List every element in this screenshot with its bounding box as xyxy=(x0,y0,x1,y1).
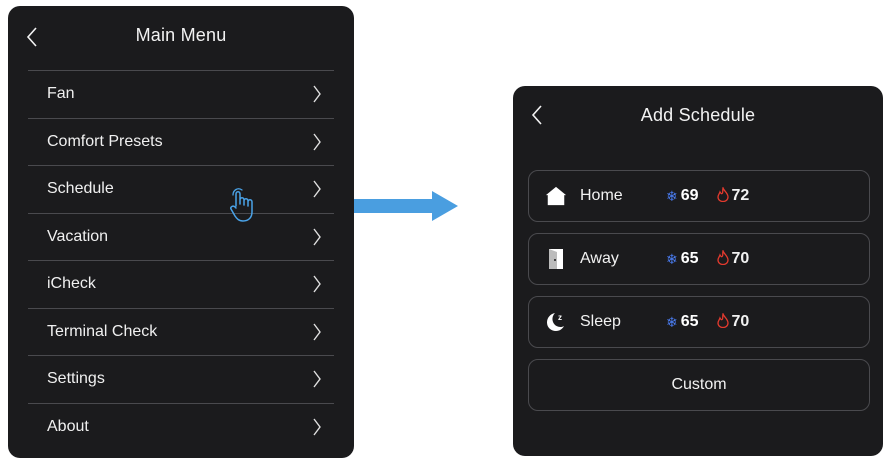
tap-hand-icon xyxy=(230,188,253,222)
heat-setpoint: 70 xyxy=(716,248,749,268)
preset-label: Sleep xyxy=(580,313,621,330)
menu-item-comfort-presets[interactable]: Comfort Presets xyxy=(28,117,334,166)
flame-icon xyxy=(716,248,729,268)
preset-sleep-button[interactable]: z Sleep ❄ 65 70 xyxy=(528,296,870,348)
flow-arrow-icon xyxy=(354,191,458,221)
home-icon xyxy=(545,185,567,207)
chevron-right-icon xyxy=(312,133,324,151)
menu-item-vacation[interactable]: Vacation xyxy=(28,212,334,261)
preset-home-button[interactable]: Home ❄ 69 72 xyxy=(528,170,870,222)
snowflake-icon: ❄ xyxy=(666,187,678,204)
preset-away-button[interactable]: Away ❄ 65 70 xyxy=(528,233,870,285)
chevron-right-icon xyxy=(312,180,324,198)
cool-setpoint: ❄ 65 xyxy=(666,250,699,267)
chevron-right-icon xyxy=(312,228,324,246)
custom-label: Custom xyxy=(671,376,727,393)
chevron-right-icon xyxy=(312,418,324,436)
flame-icon xyxy=(716,185,729,205)
chevron-right-icon xyxy=(312,370,324,388)
menu-item-label: Schedule xyxy=(47,180,114,198)
chevron-right-icon xyxy=(312,85,324,103)
menu-item-fan[interactable]: Fan xyxy=(28,70,334,118)
menu-item-icheck[interactable]: iCheck xyxy=(28,260,334,308)
door-icon xyxy=(545,248,567,270)
menu-item-label: iCheck xyxy=(47,275,96,293)
moon-icon: z xyxy=(545,311,567,333)
menu-item-label: Settings xyxy=(47,370,105,388)
snowflake-icon: ❄ xyxy=(666,250,678,267)
add-schedule-panel: Add Schedule Home ❄69 72 Away ❄65 70 z xyxy=(513,86,883,456)
menu-item-label: Terminal Check xyxy=(47,322,158,340)
custom-schedule-button[interactable]: Custom xyxy=(528,359,870,411)
menu-item-schedule[interactable]: Schedule xyxy=(28,165,334,213)
cool-setpoint: ❄ 69 xyxy=(666,187,699,204)
page-title: Add Schedule xyxy=(640,105,756,125)
page-title: Main Menu xyxy=(135,25,227,45)
heat-setpoint: 72 xyxy=(716,185,749,205)
cool-setpoint: ❄ 65 xyxy=(666,313,699,330)
svg-text:z: z xyxy=(558,313,562,322)
main-menu-panel: Main Menu Fan Comfort Presets Schedule V… xyxy=(8,6,354,458)
menu-item-settings[interactable]: Settings xyxy=(28,355,334,403)
flame-icon xyxy=(716,311,729,331)
menu-list: Fan Comfort Presets Schedule Vacation iC… xyxy=(28,70,334,450)
menu-item-label: Vacation xyxy=(47,227,109,245)
preset-label: Home xyxy=(580,187,623,204)
chevron-right-icon xyxy=(312,323,324,341)
menu-item-terminal-check[interactable]: Terminal Check xyxy=(28,307,334,356)
menu-item-about[interactable]: About xyxy=(28,402,334,451)
menu-item-label: Fan xyxy=(47,85,75,103)
schedule-preset-list: Home ❄69 72 Away ❄65 70 z Sleep ❄65 7 xyxy=(528,170,870,422)
snowflake-icon: ❄ xyxy=(666,313,678,330)
chevron-right-icon xyxy=(312,275,324,293)
menu-item-label: Comfort Presets xyxy=(47,132,163,150)
preset-label: Away xyxy=(580,250,619,267)
menu-item-label: About xyxy=(47,417,89,435)
heat-setpoint: 70 xyxy=(716,311,749,331)
